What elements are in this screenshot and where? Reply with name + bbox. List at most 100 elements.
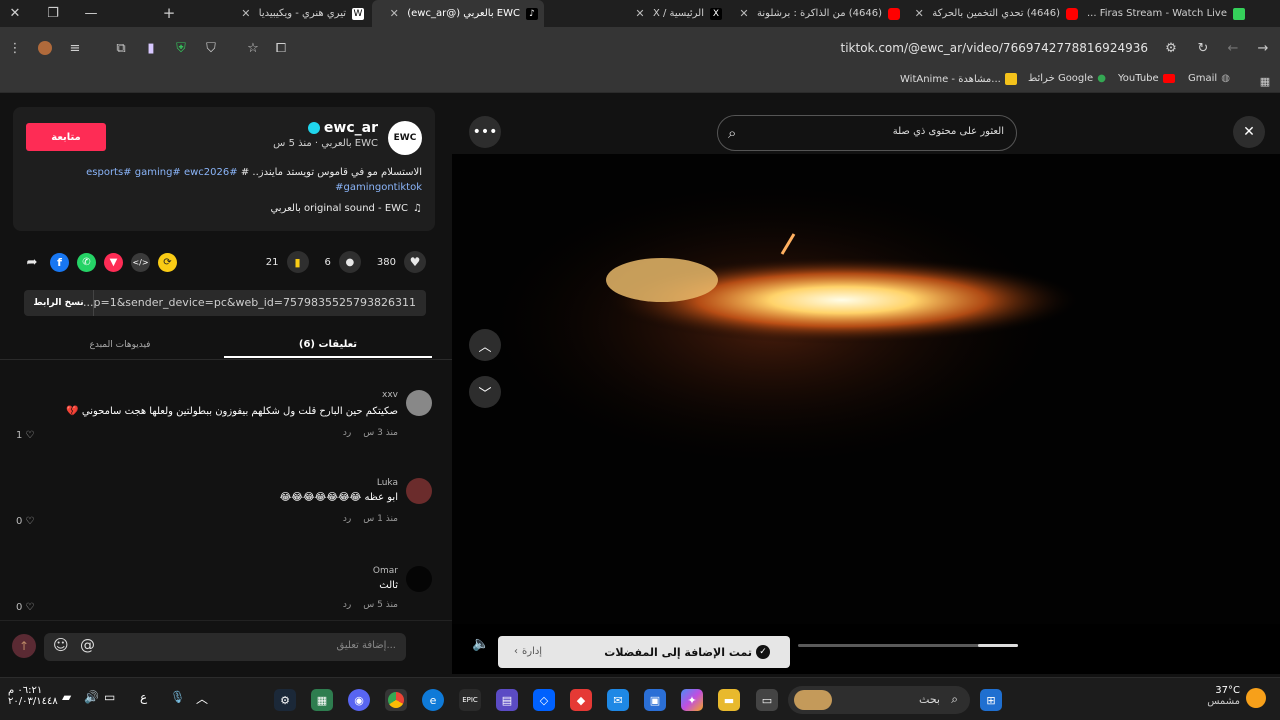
chrome-icon[interactable] bbox=[385, 689, 407, 711]
emoji-icon[interactable]: ☺ bbox=[53, 636, 69, 654]
close-icon[interactable]: ✕ bbox=[387, 7, 401, 20]
manage-link[interactable]: ‹ إدارة bbox=[514, 646, 542, 657]
site-settings-icon[interactable]: ⚙ bbox=[1162, 39, 1180, 57]
forward-icon[interactable]: ← bbox=[1224, 39, 1242, 57]
avatar[interactable] bbox=[406, 566, 432, 592]
shield-icon[interactable]: ⛨ bbox=[172, 39, 190, 57]
comment-likes[interactable]: 1 ♡ bbox=[16, 430, 34, 441]
tab-search-icon[interactable]: ≡ bbox=[66, 39, 84, 57]
bookmark-google-maps[interactable]: خرائط Google ● bbox=[1028, 73, 1106, 84]
input-language[interactable]: ع bbox=[140, 690, 147, 704]
copilot-icon[interactable]: ✦ bbox=[681, 689, 703, 711]
volume-icon[interactable]: 🔊 bbox=[84, 690, 99, 704]
menu-icon[interactable]: ⋮ bbox=[6, 39, 24, 57]
tab-firas-stream[interactable]: Firas Stream - Watch Live ... ✕ bbox=[1085, 0, 1245, 27]
close-icon[interactable]: ✕ bbox=[912, 7, 926, 20]
bookmark-youtube[interactable]: YouTube bbox=[1118, 73, 1175, 84]
next-video-button[interactable]: ﹀ bbox=[469, 376, 501, 408]
mention-icon[interactable]: @ bbox=[80, 636, 95, 654]
tab-creator-videos[interactable]: فيديوهات المبدع bbox=[16, 332, 224, 358]
comment-likes[interactable]: 0 ♡ bbox=[16, 516, 34, 527]
video-player[interactable]: العثور على محتوى ذي صلة ⌕ ••• ✕ ︿ ﹀ 🔈 ✓ … bbox=[452, 96, 1280, 674]
tab-wikipedia[interactable]: W تيري هنري - ويكيبيديا ✕ bbox=[192, 0, 364, 27]
whatsapp-icon[interactable]: ✆ bbox=[77, 252, 96, 272]
tab-x-home[interactable]: X الرئيسية / X ✕ bbox=[552, 0, 722, 27]
epic-games-icon[interactable]: EPIC bbox=[459, 689, 481, 711]
file-explorer-icon[interactable]: ▬ bbox=[718, 689, 740, 711]
translate-icon[interactable]: ⧠ bbox=[272, 39, 290, 57]
microphone-icon[interactable]: 🎙 bbox=[170, 690, 185, 704]
app-icon[interactable]: ▤ bbox=[496, 689, 518, 711]
hashtags[interactable]: esports# gaming# ewc2026# bbox=[86, 167, 238, 178]
reply-button[interactable]: رد bbox=[343, 514, 351, 524]
avatar[interactable] bbox=[406, 390, 432, 416]
username[interactable]: ewc_ar bbox=[324, 120, 378, 136]
close-icon[interactable]: ✕ bbox=[239, 7, 253, 20]
reload-icon[interactable]: ↻ bbox=[1194, 39, 1212, 57]
comment-likes[interactable]: 0 ♡ bbox=[16, 602, 34, 610]
hashtag[interactable]: gamingontiktok# bbox=[335, 182, 422, 193]
profile-icon[interactable] bbox=[36, 39, 54, 57]
repost-icon[interactable]: ⟳ bbox=[158, 252, 177, 272]
app-icon[interactable]: ▦ bbox=[311, 689, 333, 711]
favorite-icon[interactable]: ▮ bbox=[286, 251, 309, 273]
store-icon[interactable]: ▣ bbox=[644, 689, 666, 711]
window-close-icon[interactable]: ✕ bbox=[6, 4, 24, 22]
new-tab-button[interactable]: + bbox=[160, 4, 178, 22]
taskbar-search[interactable]: ⌕ بحث bbox=[788, 686, 970, 714]
tab-comments[interactable]: (6) تعليقات bbox=[224, 332, 432, 358]
tab-youtube-guess[interactable]: (4646) تحدي التخمين بالحركة ✕ bbox=[908, 0, 1078, 27]
close-icon[interactable]: ✕ bbox=[633, 7, 647, 20]
share-link[interactable]: ...p=1&sender_device=pc&web_id=757983552… bbox=[83, 296, 416, 309]
app-diamond-icon[interactable]: ◆ bbox=[570, 689, 592, 711]
clock[interactable]: ٠٦:٢١ م ٢٠/٠٣/١٤٤٨ bbox=[8, 685, 58, 707]
progress-track[interactable] bbox=[798, 644, 1018, 647]
copy-link-button[interactable]: نسخ الرابط bbox=[24, 290, 94, 316]
comment-user[interactable]: xxv bbox=[382, 390, 398, 400]
security-icon[interactable]: ⛉ bbox=[202, 39, 220, 57]
start-icon[interactable]: ⊞ bbox=[980, 689, 1002, 711]
sound-name[interactable]: original sound - EWC بالعربي bbox=[270, 203, 408, 214]
extension-icon[interactable]: ▮ bbox=[142, 39, 160, 57]
avatar[interactable] bbox=[406, 478, 432, 504]
window-minimize-icon[interactable]: — bbox=[82, 4, 100, 22]
like-icon[interactable]: ♥ bbox=[404, 251, 426, 273]
manage-label[interactable]: إدارة bbox=[522, 646, 542, 657]
avatar[interactable]: EWC bbox=[388, 121, 422, 155]
url-text[interactable]: tiktok.com/@ewc_ar/video/766974277881692… bbox=[841, 41, 1148, 55]
reply-button[interactable]: رد bbox=[343, 600, 351, 610]
tab-youtube-memory[interactable]: (4646) من الذاكرة : برشلونة ✕ bbox=[730, 0, 900, 27]
username-row[interactable]: ewc_ar bbox=[307, 120, 378, 136]
sound-row[interactable]: ♫ original sound - EWC بالعربي bbox=[270, 203, 422, 214]
back-icon[interactable]: → bbox=[1254, 39, 1272, 57]
follow-button[interactable]: متابعة bbox=[26, 123, 106, 151]
weather-widget[interactable]: 37°C مشمس bbox=[1196, 685, 1240, 707]
volume-icon[interactable]: 🔈 bbox=[472, 636, 489, 652]
extensions-icon[interactable]: ⧉ bbox=[112, 39, 130, 57]
battery-icon[interactable]: ▰ bbox=[62, 690, 71, 704]
tab-tiktok-ewc[interactable]: ♪ EWC بالعربي (@ewc_ar) ✕ bbox=[372, 0, 544, 27]
discord-icon[interactable]: ◉ bbox=[348, 689, 370, 711]
facebook-icon[interactable]: f bbox=[50, 252, 69, 272]
share-arrow-icon[interactable]: ➦ bbox=[22, 252, 42, 272]
bookmark-witanime[interactable]: WitAnime - مشاهدة... bbox=[900, 73, 1017, 85]
search-icon[interactable]: ⌕ bbox=[728, 124, 736, 142]
bookmark-gmail[interactable]: Gmail ◍ bbox=[1188, 73, 1230, 84]
close-icon[interactable]: ✕ bbox=[737, 7, 751, 20]
comment-user[interactable]: Omar bbox=[373, 566, 398, 576]
close-video-icon[interactable]: ✕ bbox=[1233, 116, 1265, 148]
comment-input[interactable]: إضافة تعليق... @ ☺ bbox=[44, 633, 406, 661]
previous-video-button[interactable]: ︿ bbox=[469, 329, 501, 361]
send-button[interactable]: ↑ bbox=[12, 634, 36, 658]
more-options-icon[interactable]: ••• bbox=[469, 116, 501, 148]
window-restore-icon[interactable]: ❐ bbox=[44, 4, 62, 22]
bookmark-star-icon[interactable]: ☆ bbox=[244, 39, 262, 57]
dropbox-icon[interactable]: ◇ bbox=[533, 689, 555, 711]
address-bar[interactable]: tiktok.com/@ewc_ar/video/766974277881692… bbox=[300, 33, 1188, 63]
mail-icon[interactable]: ✉ bbox=[607, 689, 629, 711]
app-icon[interactable]: ▭ bbox=[756, 689, 778, 711]
tray-overflow-icon[interactable]: ︿ bbox=[196, 690, 208, 707]
comment-icon[interactable]: ● bbox=[338, 251, 361, 273]
display-icon[interactable]: ▭ bbox=[104, 690, 115, 704]
embed-icon[interactable]: </> bbox=[131, 252, 150, 272]
